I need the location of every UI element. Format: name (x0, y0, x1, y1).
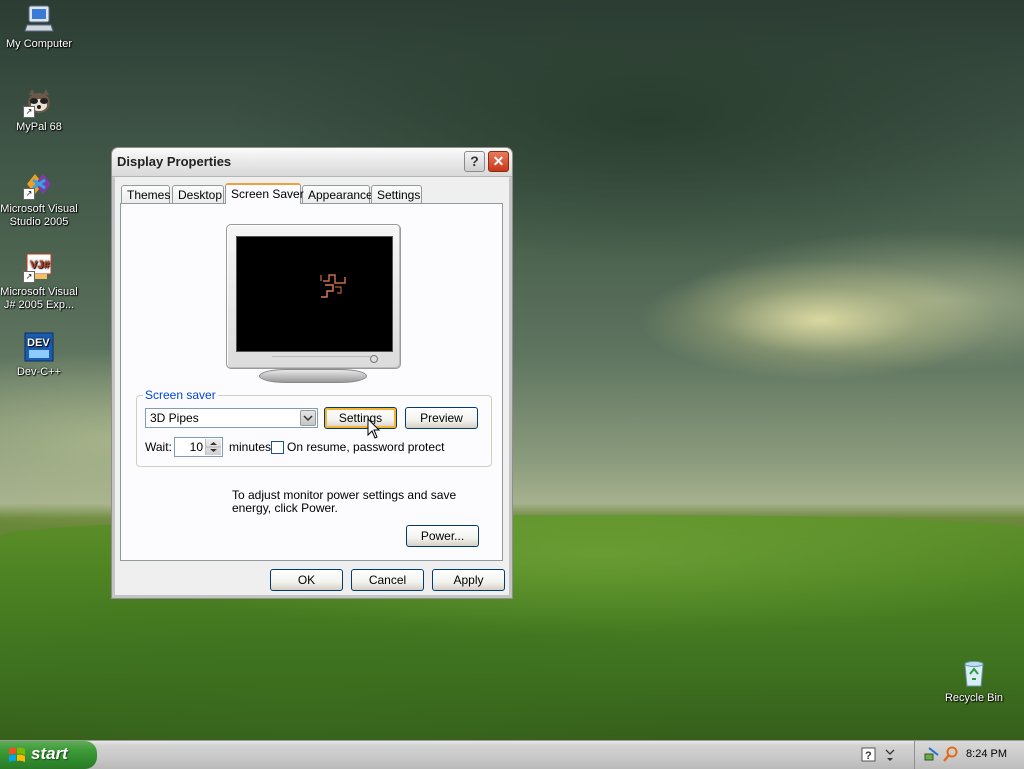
tab-screen-saver[interactable]: Screen Saver (225, 183, 304, 204)
network-tray-icon[interactable] (924, 746, 940, 762)
power-button[interactable]: Power... (406, 525, 479, 547)
pipes-preview-graphic (320, 274, 346, 298)
svg-text:DEV: DEV (27, 337, 50, 349)
desktop-icon-mypal[interactable]: ↗ MyPal 68 (0, 86, 78, 134)
minutes-label: minutes (229, 440, 272, 454)
help-icon: ? (470, 153, 479, 169)
system-tray: 8:24 PM (914, 741, 1024, 769)
shortcut-arrow-icon: ↗ (23, 271, 35, 283)
cancel-button[interactable]: Cancel (351, 569, 424, 591)
monitor-preview (226, 224, 401, 369)
mypal-icon: ↗ (23, 86, 55, 118)
desktop-icon-devcpp[interactable]: DEV Dev-C++ (0, 331, 78, 379)
desktop-icon-recycle-bin[interactable]: Recycle Bin (935, 657, 1013, 705)
shortcut-arrow-icon: ↗ (23, 188, 35, 200)
search-tray-icon[interactable] (943, 746, 959, 762)
taskbar: start ? 8:24 PM (0, 740, 1024, 769)
screensaver-preview-screen (236, 236, 393, 352)
taskbar-clock[interactable]: 8:24 PM (966, 748, 1007, 760)
screensaver-selected-value: 3D Pipes (150, 411, 199, 425)
desktop-icon-label: Dev-C++ (16, 366, 62, 378)
wait-value: 10 (189, 440, 203, 454)
display-properties-dialog: Display Properties ? ✕ Themes Desktop Sc… (111, 147, 513, 599)
window-title: Display Properties (117, 154, 232, 169)
devcpp-icon: DEV (23, 331, 55, 363)
desktop-icon-label: Recycle Bin (944, 692, 1004, 704)
desktop-icon-label: Microsoft Visual Studio 2005 (0, 203, 78, 228)
svg-text:?: ? (865, 750, 872, 762)
help-button[interactable]: ? (464, 151, 485, 172)
desktop-icon-label: My Computer (5, 38, 73, 50)
screensaver-settings-button[interactable]: Settings (324, 407, 397, 429)
apply-button[interactable]: Apply (432, 569, 505, 591)
screen-saver-group: Screen saver 3D Pipes Settings Preview W… (136, 388, 492, 467)
power-description: To adjust monitor power settings and sav… (232, 488, 457, 515)
wait-label: Wait: (145, 440, 172, 454)
password-protect-label[interactable]: On resume, password protect (287, 440, 444, 454)
password-protect-checkbox[interactable] (271, 441, 284, 454)
spin-arrows-icon[interactable] (205, 439, 221, 455)
dialog-client-area: Themes Desktop Screen Saver Appearance S… (115, 177, 509, 595)
svg-text:VJ#: VJ# (30, 259, 50, 271)
group-legend: Screen saver (143, 388, 218, 402)
mouse-cursor-icon (367, 418, 381, 439)
visual-studio-icon: ↗ (23, 168, 55, 200)
windows-flag-icon (9, 747, 25, 762)
wait-minutes-stepper[interactable]: 10 (174, 437, 223, 457)
tab-desktop[interactable]: Desktop (172, 185, 224, 203)
start-button[interactable]: start (0, 741, 97, 769)
ok-button[interactable]: OK (270, 569, 343, 591)
title-bar[interactable]: Display Properties ? ✕ (112, 148, 512, 177)
language-bar-options-icon[interactable] (884, 746, 896, 764)
desktop-icon-my-computer[interactable]: My Computer (0, 3, 78, 51)
screensaver-select[interactable]: 3D Pipes (145, 408, 318, 428)
preview-button[interactable]: Preview (405, 407, 478, 429)
help-tray-icon[interactable]: ? (860, 746, 878, 764)
screen-saver-panel: Screen saver 3D Pipes Settings Preview W… (120, 203, 503, 561)
close-button[interactable]: ✕ (488, 151, 509, 172)
vjsharp-icon: VJ# ↗ (23, 251, 55, 283)
monitor-power-icon (370, 355, 378, 363)
tab-appearance[interactable]: Appearance (302, 185, 373, 203)
tab-settings[interactable]: Settings (371, 185, 422, 203)
my-computer-icon (23, 3, 55, 35)
recycle-bin-icon (958, 657, 990, 689)
desktop-icon-label: Microsoft Visual J# 2005 Exp... (0, 286, 78, 311)
tab-themes[interactable]: Themes (121, 185, 170, 203)
desktop-icon-visual-studio[interactable]: ↗ Microsoft Visual Studio 2005 (0, 168, 78, 229)
chevron-down-icon[interactable] (300, 410, 316, 426)
shortcut-arrow-icon: ↗ (23, 106, 35, 118)
monitor-stand (259, 369, 367, 383)
close-icon: ✕ (492, 153, 505, 169)
desktop-icon-vjsharp[interactable]: VJ# ↗ Microsoft Visual J# 2005 Exp... (0, 251, 78, 312)
start-label: start (31, 744, 68, 763)
desktop-icon-label: MyPal 68 (16, 121, 62, 133)
monitor-bezel-strip (272, 356, 375, 363)
